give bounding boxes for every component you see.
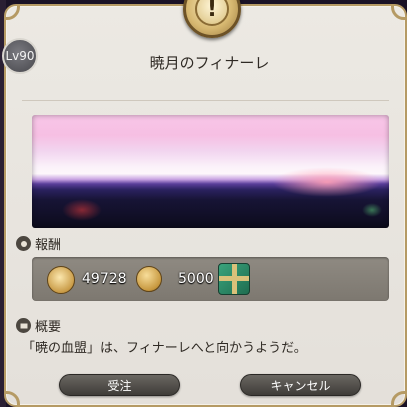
corner-ornament <box>391 6 405 20</box>
rewards-icon <box>16 236 31 251</box>
level-badge: Lv90 <box>2 38 38 74</box>
summary-label: 概要 <box>35 320 62 335</box>
banner-glow <box>362 203 382 217</box>
rewards-label: 報酬 <box>35 238 62 253</box>
summary-heading: 概要 <box>16 316 61 335</box>
corner-ornament <box>391 391 405 405</box>
gift-ribbon <box>219 276 249 281</box>
corner-ornament <box>6 391 20 405</box>
corner-ornament <box>6 6 20 20</box>
exclamation-icon: ! <box>195 0 229 26</box>
summary-text: 「暁の血盟」は、フィナーレへと向かうようだ。 <box>22 341 307 356</box>
exp-value: 49728 <box>82 271 127 287</box>
exp-icon[interactable] <box>47 266 75 294</box>
quest-window: 暁月のフィナーレ 報酬 49728 5000 概要 「暁の血盟」は、フィナーレへ… <box>4 4 407 407</box>
quest-banner-image <box>32 115 389 228</box>
banner-glow <box>272 167 382 197</box>
banner-glow <box>62 199 102 221</box>
title-divider <box>22 100 389 101</box>
rewards-bar: 49728 5000 <box>32 257 389 301</box>
rewards-heading: 報酬 <box>16 234 61 253</box>
exclamation-mark: ! <box>206 0 218 22</box>
gil-value: 5000 <box>178 271 214 287</box>
accept-button[interactable]: 受注 <box>59 374 180 396</box>
gil-coin-icon[interactable] <box>136 266 162 292</box>
quest-title: 暁月のフィナーレ <box>149 54 270 72</box>
cancel-button[interactable]: キャンセル <box>240 374 361 396</box>
book-icon <box>16 318 31 333</box>
gift-box-icon[interactable] <box>218 263 250 295</box>
